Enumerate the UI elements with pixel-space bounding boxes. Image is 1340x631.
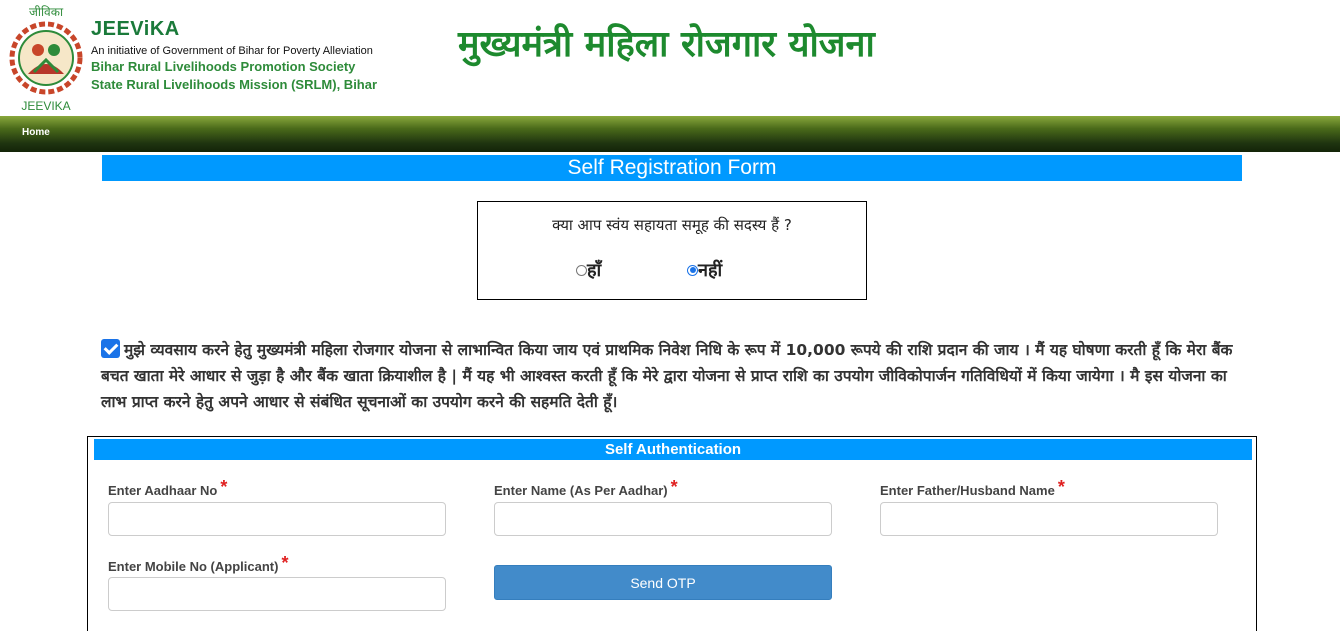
shg-yes-radio[interactable]: [576, 264, 587, 276]
shg-no-option[interactable]: नहीं: [687, 258, 722, 282]
brand-block: JEEViKA An initiative of Government of B…: [91, 18, 377, 94]
auth-title-bar: Self Authentication: [94, 439, 1252, 460]
form-title-bar: Self Registration Form: [102, 155, 1242, 181]
site-header: जीविका JEEVIKA JEEViKA An initiative of …: [0, 0, 1340, 116]
mobile-input[interactable]: [108, 577, 446, 611]
shg-yes-label: हाँ: [587, 260, 602, 281]
declaration-text: मुझे व्यवसाय करने हेतु मुख्यमंत्री महिला…: [101, 341, 1233, 411]
nav-bar: Home: [0, 116, 1340, 152]
required-mark: *: [220, 477, 228, 497]
father-husband-input[interactable]: [880, 502, 1218, 536]
required-mark: *: [1057, 477, 1065, 497]
mobile-label: Enter Mobile No (Applicant) *: [108, 553, 289, 574]
shg-no-radio[interactable]: [687, 264, 698, 276]
svg-text:जीविका: जीविका: [29, 5, 64, 19]
declaration: मुझे व्यवसाय करने हेतु मुख्यमंत्री महिला…: [101, 337, 1241, 415]
name-input[interactable]: [494, 502, 832, 536]
self-authentication-panel: Self Authentication Enter Aadhaar No * En…: [87, 436, 1257, 631]
brand-line-2: State Rural Livelihoods Mission (SRLM), …: [91, 77, 378, 92]
shg-yes-option[interactable]: हाँ: [576, 258, 601, 282]
shg-question-box: क्या आप स्वंय सहायता समूह की सदस्य हैं ?…: [477, 201, 867, 300]
page-title: मुख्यमंत्री महिला रोजगार योजना: [458, 24, 875, 65]
required-mark: *: [281, 553, 289, 573]
father-husband-label: Enter Father/Husband Name *: [880, 477, 1065, 498]
svg-text:JEEVIKA: JEEVIKA: [21, 99, 70, 113]
shg-question: क्या आप स्वंय सहायता समूह की सदस्य हैं ?: [552, 216, 792, 234]
send-otp-button[interactable]: Send OTP: [494, 565, 832, 600]
declaration-checkbox[interactable]: [101, 339, 120, 358]
aadhaar-label: Enter Aadhaar No *: [108, 477, 228, 498]
brand-name: JEEViKA: [91, 18, 180, 40]
brand-line-1: Bihar Rural Livelihoods Promotion Societ…: [91, 59, 356, 74]
required-mark: *: [670, 477, 678, 497]
nav-home-link[interactable]: Home: [22, 127, 50, 138]
shg-no-label: नहीं: [698, 260, 723, 281]
name-label: Enter Name (As Per Aadhar) *: [494, 477, 678, 498]
brand-tagline: An initiative of Government of Bihar for…: [91, 45, 373, 57]
aadhaar-input[interactable]: [108, 502, 446, 536]
jeevika-logo: जीविका JEEVIKA: [9, 5, 83, 113]
